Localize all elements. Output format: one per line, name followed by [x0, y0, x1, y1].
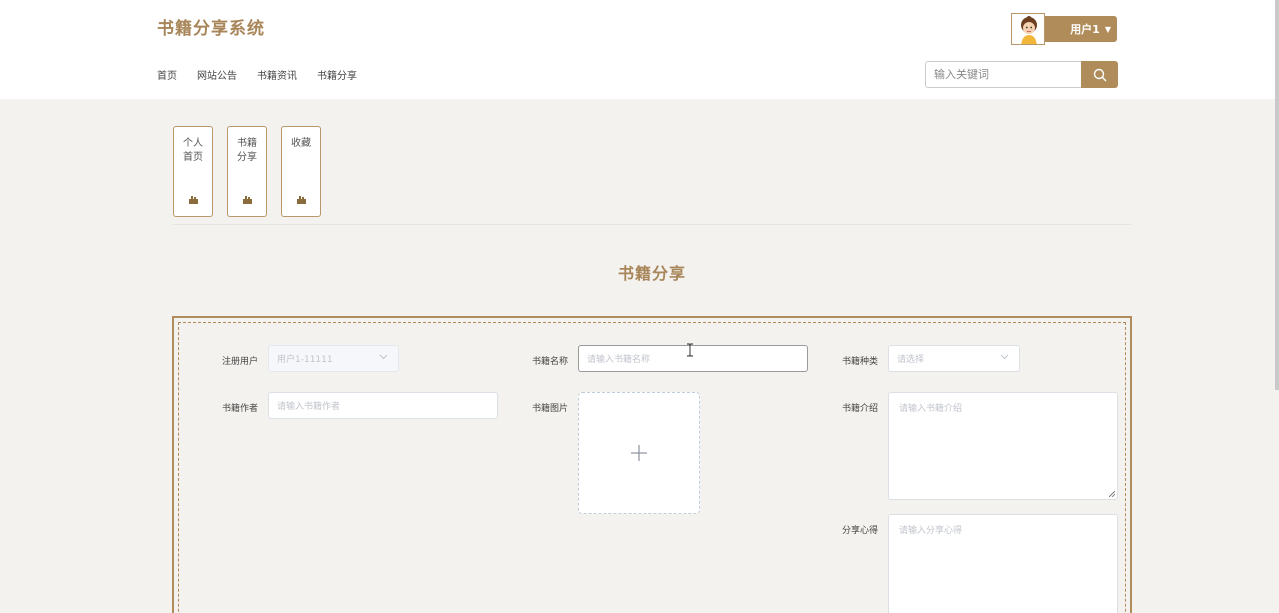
search-icon — [1093, 68, 1106, 81]
book-stack-icon — [189, 196, 198, 204]
site-title[interactable]: 书籍分享系统 — [157, 14, 265, 39]
chevron-down-icon — [1000, 354, 1009, 360]
image-upload[interactable] — [578, 392, 700, 514]
author-placeholder: 请输入书籍作者 — [277, 402, 341, 412]
book-type-label: 书籍种类 — [842, 357, 879, 367]
user-name: 用户1 — [1070, 23, 1100, 36]
notes-textarea[interactable]: 请输入分享心得 — [888, 514, 1118, 613]
page-title: 书籍分享 — [617, 264, 686, 283]
user-menu[interactable]: 用户1 ▼ — [1011, 13, 1117, 45]
user-center-menu: 个人 首页 书籍 分享 收藏 — [173, 126, 335, 217]
book-name-placeholder: 请输入书籍名称 — [587, 355, 651, 365]
user-select-value: 用户1-11111 — [277, 355, 333, 365]
nav-announcements[interactable]: 网站公告 — [197, 67, 237, 82]
user-select: 用户1-11111 — [268, 345, 399, 372]
image-label: 书籍图片 — [532, 404, 569, 414]
nav-book-sharing[interactable]: 书籍分享 — [317, 67, 357, 82]
user-dropdown-button[interactable]: 用户1 ▼ — [1045, 16, 1117, 42]
resize-handle-icon[interactable] — [1109, 491, 1115, 497]
tile-label: 书籍 分享 — [237, 138, 257, 163]
notes-label: 分享心得 — [842, 526, 879, 536]
main-nav: 首页 网站公告 书籍资讯 书籍分享 — [157, 67, 377, 82]
search-bar — [925, 61, 1118, 88]
tile-personal-home[interactable]: 个人 首页 — [173, 126, 213, 217]
book-type-select[interactable]: 请选择 — [888, 345, 1020, 372]
tile-label: 个人 首页 — [183, 138, 203, 163]
intro-placeholder: 请输入书籍介绍 — [899, 404, 963, 414]
text-cursor-icon — [687, 343, 693, 357]
tile-label: 收藏 — [291, 138, 311, 149]
chevron-down-icon: ▼ — [1104, 24, 1111, 34]
author-input[interactable]: 请输入书籍作者 — [268, 392, 498, 419]
book-share-form: 注册用户 用户1-11111 书籍名称 请输入书籍名称 书籍种类 请选择 书籍作… — [172, 316, 1132, 613]
user-label: 注册用户 — [222, 357, 259, 367]
avatar[interactable] — [1011, 13, 1045, 45]
nav-home[interactable]: 首页 — [157, 67, 177, 82]
intro-textarea[interactable]: 请输入书籍介绍 — [888, 392, 1118, 500]
search-input[interactable] — [925, 61, 1081, 88]
book-stack-icon — [243, 196, 252, 204]
chevron-down-icon — [379, 354, 388, 360]
book-name-label: 书籍名称 — [532, 357, 569, 367]
nav-book-news[interactable]: 书籍资讯 — [257, 67, 297, 82]
tile-book-sharing[interactable]: 书籍 分享 — [227, 126, 267, 217]
plus-icon — [631, 445, 647, 461]
author-label: 书籍作者 — [222, 404, 259, 414]
book-type-placeholder: 请选择 — [897, 355, 925, 365]
page-scrollbar[interactable] — [1275, 0, 1279, 390]
tile-favorites[interactable]: 收藏 — [281, 126, 321, 217]
search-button[interactable] — [1081, 61, 1118, 88]
book-stack-icon — [297, 196, 306, 204]
notes-placeholder: 请输入分享心得 — [899, 526, 963, 536]
divider — [173, 224, 1131, 225]
intro-label: 书籍介绍 — [842, 404, 879, 414]
header: 书籍分享系统 首页 网站公告 书籍资讯 书籍分享 用户1 ▼ — [0, 0, 1279, 99]
